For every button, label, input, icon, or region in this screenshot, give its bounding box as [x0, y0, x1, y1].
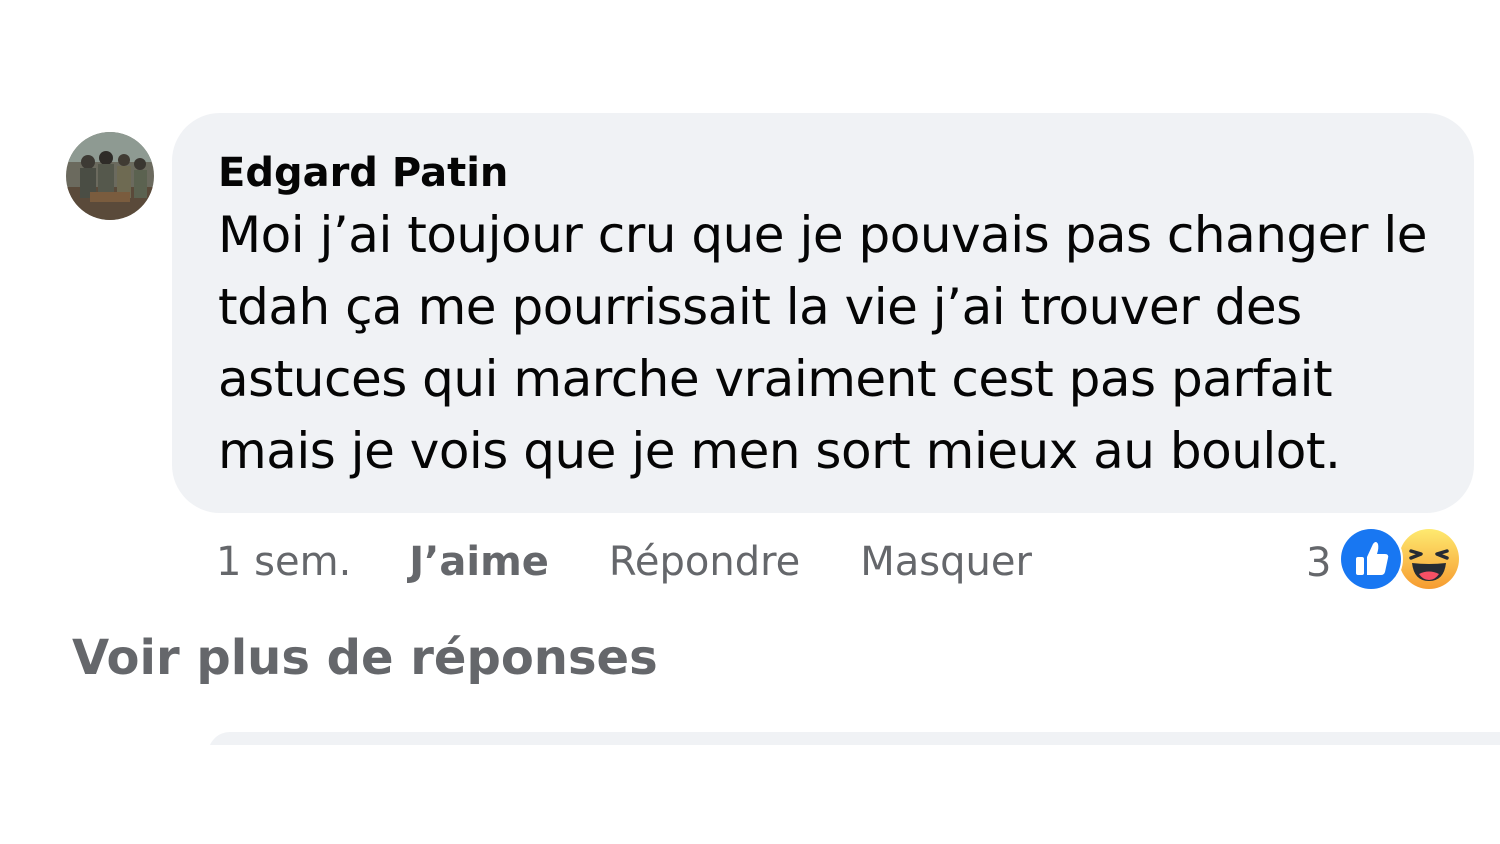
reply-button[interactable]: Répondre	[609, 539, 800, 585]
avatar[interactable]	[66, 132, 154, 220]
comment-author[interactable]: Edgard Patin	[218, 147, 1434, 199]
reaction-summary[interactable]: 3	[1306, 526, 1465, 592]
reaction-icons	[1339, 526, 1465, 592]
comment-actions: 1 sem. J’aime Répondre Masquer	[216, 532, 1032, 592]
like-reaction-icon	[1339, 527, 1404, 591]
like-button[interactable]: J’aime	[409, 539, 549, 585]
page-background	[0, 745, 1500, 844]
haha-reaction-icon	[1397, 527, 1462, 591]
reaction-count: 3	[1306, 540, 1332, 586]
view-more-replies-link[interactable]: Voir plus de réponses	[72, 630, 658, 686]
user-photo-avatar	[66, 132, 154, 220]
comment-thread: Edgard Patin Moi j’ai toujour cru que je…	[0, 0, 1500, 844]
comment-timestamp[interactable]: 1 sem.	[216, 539, 351, 585]
comment-text: Moi j’ai toujour cru que je pouvais pas …	[218, 206, 1428, 480]
comment-bubble: Edgard Patin Moi j’ai toujour cru que je…	[172, 113, 1474, 513]
hide-button[interactable]: Masquer	[860, 539, 1032, 585]
